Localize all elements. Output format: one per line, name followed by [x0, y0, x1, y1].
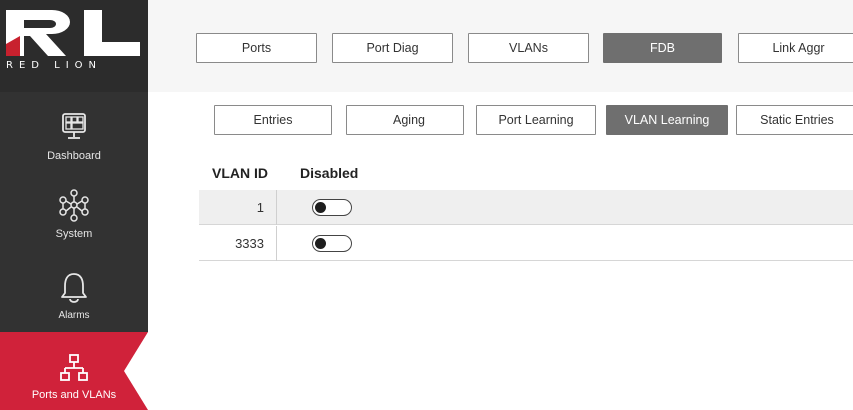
toggle-knob: [315, 201, 326, 213]
column-header-disabled: Disabled: [300, 165, 359, 181]
tab-fdb[interactable]: FDB: [603, 33, 722, 63]
tab-vlans[interactable]: VLANs: [468, 33, 589, 63]
brand-logo[interactable]: RED LION: [0, 0, 148, 92]
subtab-entries[interactable]: Entries: [214, 105, 332, 135]
toggle-knob: [315, 237, 326, 249]
table-row: 3333: [199, 226, 853, 261]
subtab-static-entries[interactable]: Static Entries: [736, 105, 853, 135]
red-lion-logo-icon: [6, 10, 140, 56]
tab-ports[interactable]: Ports: [196, 33, 317, 63]
sidebar-item-ports-and-vlans[interactable]: Ports and VLANs: [0, 332, 148, 410]
network-topology-icon: [60, 354, 88, 381]
dashboard-icon: [62, 113, 86, 139]
column-header-vlan-id: VLAN ID: [212, 165, 268, 181]
tab-port-diag[interactable]: Port Diag: [332, 33, 453, 63]
bell-icon: [61, 273, 87, 303]
sidebar-item-label: Dashboard: [47, 150, 101, 162]
disabled-toggle[interactable]: [312, 235, 352, 252]
sidebar-item-dashboard[interactable]: Dashboard: [0, 110, 148, 170]
sidebar-item-label: Ports and VLANs: [31, 389, 117, 401]
disabled-toggle[interactable]: [312, 199, 352, 216]
subtab-port-learning[interactable]: Port Learning: [476, 105, 596, 135]
vlan-id-cell: 3333: [199, 226, 277, 261]
subtab-aging[interactable]: Aging: [346, 105, 464, 135]
vlan-id-cell: 1: [199, 190, 277, 225]
subtab-vlan-learning[interactable]: VLAN Learning: [606, 105, 728, 135]
sidebar: RED LION Dashboard System Alarms Ports a…: [0, 0, 148, 410]
table-row: 1: [199, 190, 853, 225]
sidebar-item-label: System: [55, 228, 93, 240]
tab-link-aggr[interactable]: Link Aggr: [738, 33, 853, 63]
sidebar-item-system[interactable]: System: [0, 188, 148, 248]
brand-name: RED LION: [6, 60, 103, 71]
network-graph-icon: [59, 189, 89, 222]
sidebar-item-alarms[interactable]: Alarms: [0, 270, 148, 326]
sidebar-item-label: Alarms: [58, 310, 90, 321]
